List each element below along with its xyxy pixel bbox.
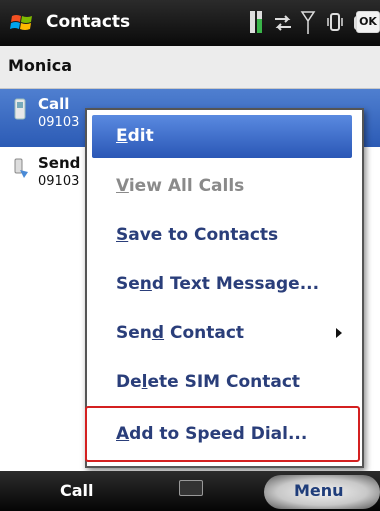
menu-item-view-all-calls[interactable]: View All Calls: [87, 162, 362, 210]
menu-item-save-to-contacts[interactable]: Save to Contacts: [87, 211, 362, 259]
softkey-bar: Call Menu: [0, 471, 380, 511]
speed-dial-callout: [85, 406, 360, 462]
sync-arrows-icon[interactable]: [273, 8, 293, 38]
keyboard-icon[interactable]: [331, 8, 374, 38]
menu-item-send-contact[interactable]: Send Contact: [87, 309, 362, 357]
menu-item-label: Send Text Message...: [116, 274, 320, 294]
title-bar: Contacts OK: [0, 0, 380, 46]
battery-icon[interactable]: [247, 8, 267, 38]
message-icon: [12, 156, 28, 182]
menu-item-label: Edit: [116, 126, 154, 146]
softkey-call[interactable]: Call: [60, 481, 94, 500]
menu-item-edit[interactable]: Edit: [92, 115, 352, 158]
menu-item-label: Save to Contacts: [116, 225, 279, 245]
softkey-menu[interactable]: Menu: [294, 481, 344, 500]
list-item-title: Call: [38, 95, 70, 113]
list-item-number: 09103: [38, 174, 80, 189]
menu-item-label: View All Calls: [116, 176, 245, 196]
windows-start-icon[interactable]: [10, 12, 34, 34]
phone-icon: [12, 97, 28, 123]
menu-item-send-text-message[interactable]: Send Text Message...: [87, 260, 362, 308]
contact-header: Monica: [0, 46, 380, 89]
menu-item-label: Send Contact: [116, 323, 245, 343]
submenu-arrow-icon: [336, 328, 342, 338]
input-panel-icon[interactable]: [179, 480, 203, 496]
list-item-title: Send: [38, 154, 81, 172]
app-title: Contacts: [46, 12, 131, 32]
list-item-number: 09103: [38, 115, 80, 130]
menu-item-delete-sim-contact[interactable]: Delete SIM Contact: [87, 358, 362, 406]
signal-icon[interactable]: [300, 8, 316, 38]
ok-button[interactable]: OK: [356, 11, 380, 33]
menu-item-label: Delete SIM Contact: [116, 372, 301, 392]
contact-name: Monica: [8, 56, 73, 75]
